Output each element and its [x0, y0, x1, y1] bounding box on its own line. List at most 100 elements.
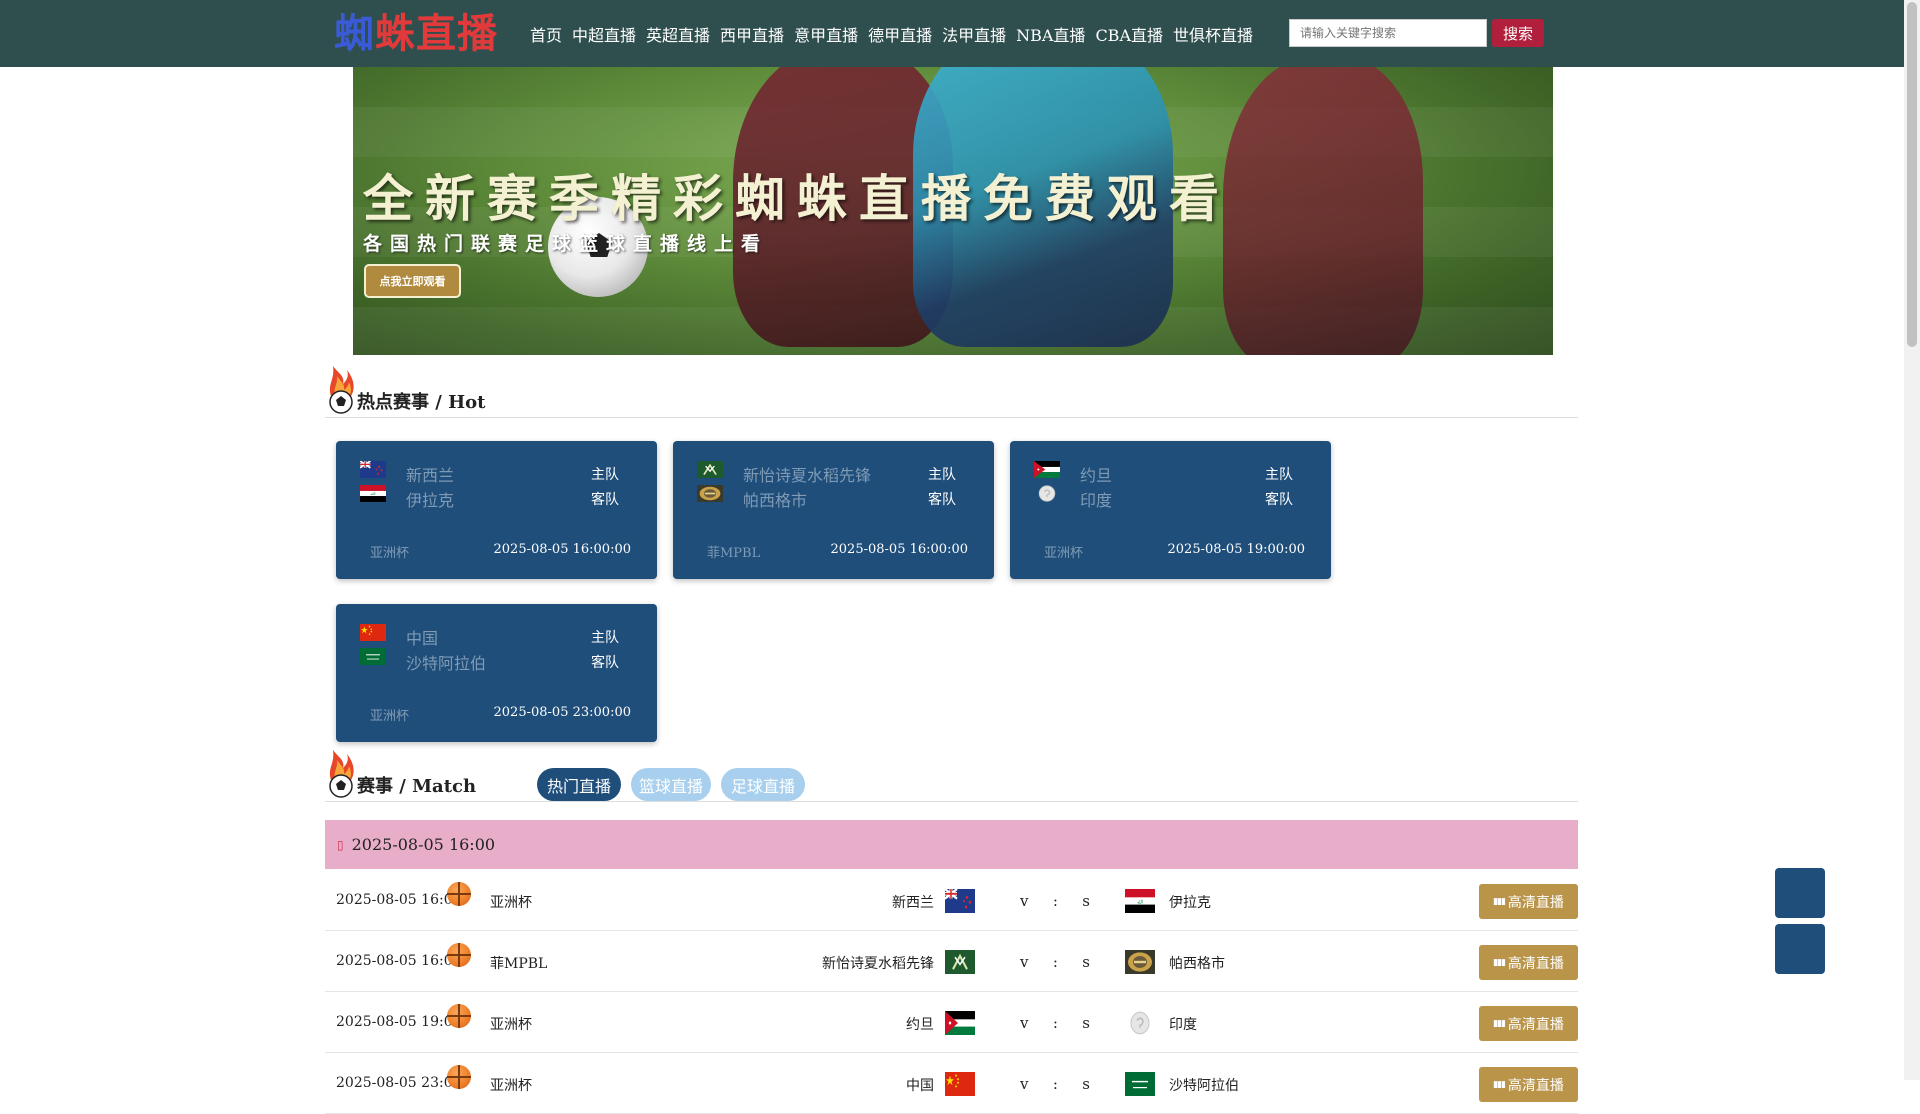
score-placeholder: v : s [1020, 953, 1090, 971]
score-colon: : [1052, 953, 1058, 971]
home-label: 主队 [928, 467, 956, 483]
hd-live-button[interactable]: ▮▮▮ 高清直播 [1479, 945, 1578, 980]
card-league: 菲MPBL [707, 546, 761, 561]
away-label: 客队 [1265, 492, 1293, 508]
away-team-name[interactable]: 印度 [1169, 1014, 1197, 1034]
away-team-name[interactable]: 伊拉克 [1169, 892, 1211, 912]
svg-text:الله: الله [370, 492, 375, 496]
score-colon: : [1052, 1075, 1058, 1093]
banner-subtitle: 各国热门联赛足球篮球直播线上看 [363, 233, 769, 255]
main-nav: 首页 中超直播 英超直播 西甲直播 意甲直播 德甲直播 法甲直播 NBA直播 C… [530, 0, 1263, 67]
nav-item-laliga[interactable]: 西甲直播 [720, 22, 784, 46]
hot-match-card[interactable]: 新怡诗夏水稻先锋 主队 帕西格市 客队 菲MPBL 2025-08-05 16:… [673, 441, 994, 579]
home-team-name[interactable]: 新西兰 [892, 892, 934, 912]
scrollbar-thumb[interactable] [1907, 2, 1917, 347]
svg-text:الله: الله [1137, 899, 1143, 906]
hero-banner: 全新赛季精彩蜘蛛直播免费观看 各国热门联赛足球篮球直播线上看 点我立即观看 [353, 67, 1553, 355]
away-team-flag-icon [1034, 485, 1060, 502]
hd-live-label: 高清直播 [1507, 1016, 1564, 1033]
home-team-flag-icon [945, 1011, 975, 1035]
hd-live-label: 高清直播 [1507, 1077, 1564, 1094]
hot-match-card[interactable]: 中国 主队 沙特阿拉伯 客队 亚洲杯 2025-08-05 23:00:00 [336, 604, 657, 742]
home-team-flag-icon [697, 461, 723, 478]
nav-item-csl[interactable]: 中超直播 [572, 22, 636, 46]
flame-ball-icon [329, 366, 354, 414]
home-team-name: 新怡诗夏水稻先锋 [743, 466, 872, 485]
match-time: 2025-08-05 23:00 [336, 1075, 462, 1091]
tab-basketball-live[interactable]: 篮球直播 [631, 768, 711, 801]
score-s: s [1082, 892, 1090, 910]
home-team-name[interactable]: 新怡诗夏水稻先锋 [822, 953, 934, 973]
watch-now-button[interactable]: 点我立即观看 [364, 264, 461, 298]
nav-item-nba[interactable]: NBA直播 [1016, 22, 1085, 46]
calendar-icon: ▯ [337, 837, 344, 852]
nav-item-epl[interactable]: 英超直播 [646, 22, 710, 46]
date-group-header: ▯ 2025-08-05 16:00 [325, 820, 1578, 869]
away-team-name[interactable]: 帕西格市 [1169, 953, 1225, 973]
score-s: s [1082, 1014, 1090, 1032]
card-league: 亚洲杯 [370, 709, 410, 724]
match-time: 2025-08-05 16:00 [336, 892, 462, 908]
away-team-flag-icon [1125, 1011, 1155, 1035]
match-league[interactable]: 亚洲杯 [490, 1075, 532, 1095]
home-team-name[interactable]: 约旦 [906, 1014, 934, 1034]
basketball-icon [447, 1004, 471, 1028]
tab-hot-live[interactable]: 热门直播 [537, 768, 621, 801]
card-league: 亚洲杯 [370, 546, 410, 561]
page-scrollbar[interactable] [1904, 0, 1920, 1080]
nav-item-home[interactable]: 首页 [530, 22, 562, 46]
score-placeholder: v : s [1020, 1014, 1090, 1032]
banner-title: 全新赛季精彩蜘蛛直播免费观看 [363, 170, 1231, 228]
nav-item-ligue1[interactable]: 法甲直播 [942, 22, 1006, 46]
away-team-name[interactable]: 沙特阿拉伯 [1169, 1075, 1239, 1095]
score-colon: : [1052, 892, 1058, 910]
nav-item-bundesliga[interactable]: 德甲直播 [868, 22, 932, 46]
away-team-flag-icon: الله [1125, 889, 1155, 913]
hot-match-card[interactable]: 约旦 主队 印度 客队 亚洲杯 2025-08-05 19:00:00 [1010, 441, 1331, 579]
match-league[interactable]: 菲MPBL [490, 953, 547, 973]
site-logo[interactable]: 蜘蛛直播 [334, 12, 498, 56]
signal-bars-icon: ▮▮▮ [1493, 957, 1506, 968]
home-label: 主队 [591, 630, 619, 646]
home-team-name[interactable]: 中国 [906, 1075, 934, 1095]
float-back-to-top-button[interactable] [1775, 924, 1825, 974]
match-league[interactable]: 亚洲杯 [490, 1014, 532, 1034]
score-v: v [1020, 1014, 1029, 1032]
score-v: v [1020, 953, 1029, 971]
hd-live-button[interactable]: ▮▮▮ 高清直播 [1479, 1067, 1578, 1102]
away-team-flag-icon [1125, 950, 1155, 974]
away-team-flag-icon [1125, 1072, 1155, 1096]
float-qr-button[interactable] [1775, 868, 1825, 918]
card-time: 2025-08-05 16:00:00 [493, 542, 631, 557]
match-section-header: 赛事 / Match [325, 742, 1578, 802]
away-team-flag-icon [360, 648, 386, 665]
signal-bars-icon: ▮▮▮ [1493, 1079, 1506, 1090]
score-placeholder: v : s [1020, 1075, 1090, 1093]
match-league[interactable]: 亚洲杯 [490, 892, 532, 912]
nav-item-club-world-cup[interactable]: 世俱杯直播 [1173, 22, 1253, 46]
banner-player-red [1223, 67, 1423, 355]
home-team-flag-icon [945, 950, 975, 974]
hd-live-button[interactable]: ▮▮▮ 高清直播 [1479, 884, 1578, 919]
score-v: v [1020, 892, 1029, 910]
tab-football-live[interactable]: 足球直播 [721, 768, 805, 801]
away-team-flag-icon [697, 485, 723, 502]
basketball-icon [447, 1065, 471, 1089]
score-s: s [1082, 953, 1090, 971]
match-section-title: 赛事 / Match [357, 776, 477, 797]
signal-bars-icon: ▮▮▮ [1493, 1018, 1506, 1029]
nav-item-seriea[interactable]: 意甲直播 [794, 22, 858, 46]
away-label: 客队 [591, 655, 619, 671]
home-team-flag-icon [1034, 461, 1060, 478]
search-input[interactable] [1289, 19, 1487, 47]
hot-match-card[interactable]: 新西兰 主队 الله 伊拉克 客队 亚洲杯 2025-08-05 16:00:… [336, 441, 657, 579]
score-v: v [1020, 1075, 1029, 1093]
hd-live-label: 高清直播 [1507, 894, 1564, 911]
nav-item-cba[interactable]: CBA直播 [1095, 22, 1163, 46]
match-time: 2025-08-05 19:00 [336, 1014, 462, 1030]
away-team-flag-icon: الله [360, 485, 386, 502]
basketball-icon [447, 882, 471, 906]
hd-live-button[interactable]: ▮▮▮ 高清直播 [1479, 1006, 1578, 1041]
home-label: 主队 [591, 467, 619, 483]
search-button[interactable]: 搜索 [1492, 19, 1544, 47]
